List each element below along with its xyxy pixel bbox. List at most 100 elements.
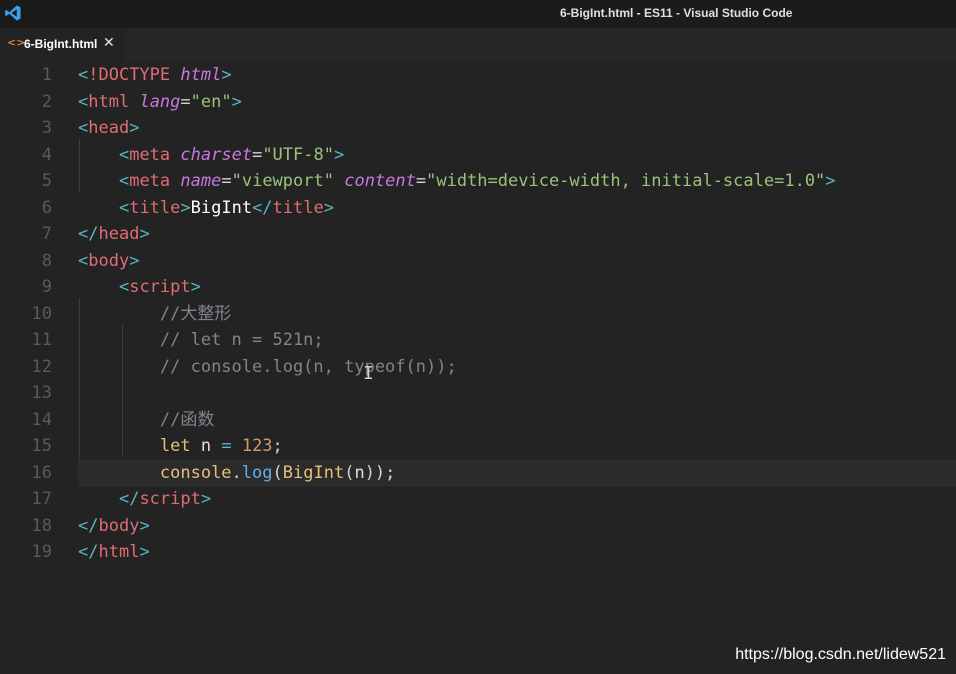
code-token: </ (118, 489, 140, 509)
code-token: meta (129, 144, 171, 165)
line-number: 8 (41, 250, 52, 271)
code-token: < (118, 197, 130, 218)
code-line[interactable]: 11 // let n = 521n; (0, 327, 956, 353)
code-token: > (221, 65, 232, 85)
code-token: n (354, 462, 365, 483)
code-token: console (159, 462, 232, 483)
line-number: 4 (41, 144, 52, 165)
code-text: <meta name="viewport" content="width=dev… (78, 168, 836, 194)
code-line[interactable]: 7 </head> (0, 221, 956, 247)
line-number: 5 (41, 171, 52, 191)
code-token: ( (272, 462, 283, 483)
code-line[interactable]: 2 <html lang="en"> (0, 89, 956, 115)
code-token: = (221, 171, 232, 191)
code-token: body (98, 515, 140, 536)
code-token: lang (139, 91, 181, 112)
code-token: BigInt (190, 197, 253, 218)
line-number: 16 (31, 462, 52, 483)
code-token: > (139, 224, 150, 244)
code-token: "width=device-width, initial-scale=1.0" (426, 171, 826, 191)
code-token: </ (78, 515, 99, 536)
line-number: 10 (31, 303, 52, 324)
code-token: > (200, 489, 212, 509)
code-token: ; (272, 436, 283, 456)
code-token: 123 (241, 436, 273, 456)
tab-bar: <> 6-BigInt.html ✕ (0, 28, 956, 61)
window-title: 6-BigInt.html - ES11 - Visual Studio Cod… (560, 6, 793, 20)
code-line[interactable]: 18 </body> (0, 513, 956, 539)
code-token: > (333, 144, 345, 165)
code-token: ( (344, 462, 355, 483)
code-text: console.log(BigInt(n)); (78, 460, 396, 486)
line-number: 2 (41, 91, 52, 112)
code-line[interactable]: 14 //函数 (0, 407, 956, 433)
code-text: //大整形 (78, 301, 231, 327)
line-number: 19 (31, 542, 52, 562)
code-token: script (139, 489, 201, 509)
close-icon[interactable]: ✕ (103, 35, 115, 51)
code-token: . (231, 462, 242, 483)
code-line[interactable]: 16 console.log(BigInt(n)); (0, 459, 956, 486)
code-text: </head> (78, 221, 150, 247)
code-token: > (231, 91, 242, 112)
code-token: > (825, 171, 836, 191)
code-line[interactable]: 10 //大整形 (0, 301, 956, 327)
tab-6-bigint-html[interactable]: <> 6-BigInt.html ✕ (0, 28, 124, 61)
code-token: = (180, 91, 191, 112)
code-token: < (78, 250, 89, 271)
code-text: </body> (78, 513, 150, 539)
code-token: //大整形 (159, 303, 232, 324)
code-text: <title>BigInt</title> (78, 195, 334, 221)
code-token: "en" (190, 91, 232, 112)
line-number: 17 (31, 489, 52, 509)
code-token: "viewport" (231, 171, 334, 191)
code-editor[interactable]: 1 <!DOCTYPE html> 2 <html lang="en"> 3 <head>… (0, 61, 956, 674)
tab-label: 6-BigInt.html (24, 37, 98, 51)
watermark: https://blog.csdn.net/lidew521 (735, 646, 946, 663)
line-number: 14 (31, 409, 52, 430)
code-token: //函数 (159, 409, 215, 430)
code-line[interactable]: 6 <title>BigInt</title> (0, 195, 956, 221)
code-line[interactable]: 12 // console.log(n, typeof(n)); (0, 354, 956, 380)
code-line[interactable]: 4 <meta charset="UTF-8"> (0, 142, 956, 168)
code-line[interactable]: 17 </script> (0, 486, 956, 512)
code-token: </ (78, 542, 99, 562)
line-number: 13 (31, 383, 52, 403)
code-token: > (139, 542, 150, 562)
code-token: title (129, 197, 181, 218)
code-line[interactable]: 15 let n = 123; (0, 433, 956, 459)
code-token: // let n = 521n; (159, 330, 324, 350)
code-line[interactable]: 19 </html> (0, 539, 956, 565)
code-token: > (180, 197, 191, 218)
code-text: <meta charset="UTF-8"> (78, 142, 344, 168)
line-number: 3 (41, 118, 52, 138)
code-line[interactable]: 8 <body> (0, 248, 956, 274)
code-line[interactable]: 3 <head> (0, 115, 956, 141)
title-bar: 6-BigInt.html - ES11 - Visual Studio Cod… (0, 0, 956, 28)
code-token: BigInt (282, 462, 345, 483)
code-line[interactable]: 1 <!DOCTYPE html> (0, 62, 956, 88)
code-text: // console.log(n, typeof(n)); (78, 354, 457, 380)
code-token: body (88, 250, 130, 271)
vscode-logo-icon (5, 5, 21, 21)
line-number: 9 (41, 277, 52, 297)
line-number: 1 (41, 65, 52, 85)
code-token: !DOCTYPE (88, 65, 171, 85)
code-line[interactable]: 13 (0, 380, 956, 406)
code-token: > (190, 277, 201, 297)
code-token: script (129, 277, 191, 297)
code-line[interactable]: 5 <meta name="viewport" content="width=d… (0, 168, 956, 194)
code-line[interactable]: 9 <script> (0, 274, 956, 300)
code-text: //函数 (78, 407, 214, 433)
code-token: content (344, 171, 416, 191)
code-token: n (190, 436, 222, 456)
